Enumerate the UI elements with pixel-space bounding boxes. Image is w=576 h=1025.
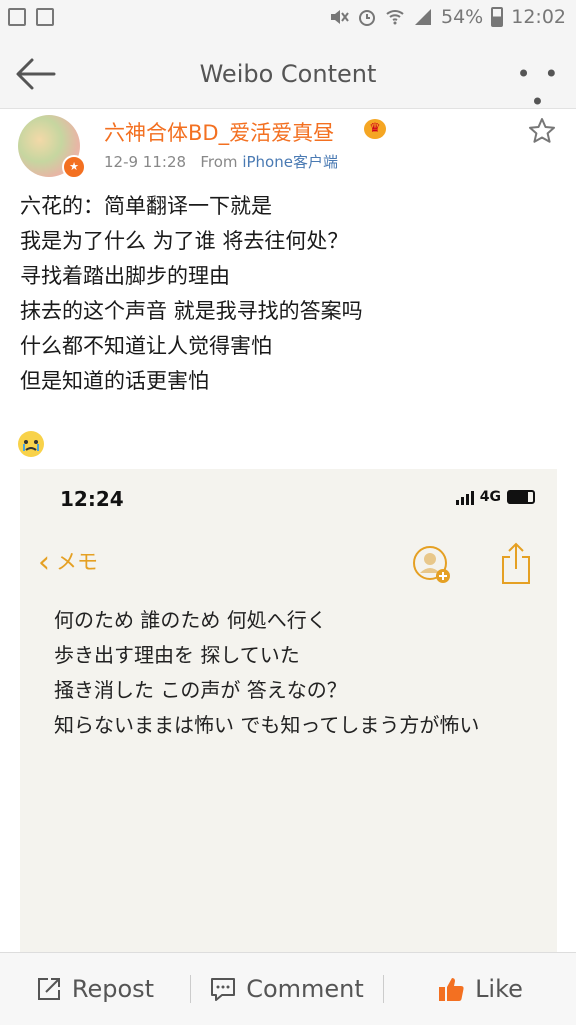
post-line: 我是为了什么 为了谁 将去往何处？ bbox=[20, 229, 349, 253]
notification-icon bbox=[8, 8, 26, 26]
memo-text: 何のため 誰のため 何処へ行く 歩き出す理由を 探していた 掻き消した この声が… bbox=[54, 603, 544, 743]
image-icon bbox=[36, 8, 54, 26]
crown-icon: ♛ bbox=[364, 119, 386, 139]
favorite-star-icon[interactable] bbox=[528, 117, 556, 145]
action-bar: Repost Comment Like bbox=[0, 952, 576, 1025]
wifi-icon bbox=[386, 10, 404, 25]
status-time: 12:02 bbox=[511, 6, 566, 28]
signal-icon bbox=[415, 9, 431, 25]
user-name[interactable]: 六神合体BD_爱活爱真昼 bbox=[104, 117, 334, 147]
repost-icon bbox=[37, 978, 60, 1000]
comment-label: Comment bbox=[246, 975, 364, 1003]
more-options-icon[interactable]: • • • bbox=[516, 60, 562, 116]
memo-line: 知らないままは怖い でも知ってしまう方が怖い bbox=[54, 713, 480, 737]
repost-button[interactable]: Repost bbox=[0, 953, 190, 1025]
comment-icon bbox=[211, 978, 236, 1001]
crying-emoji-icon bbox=[18, 431, 44, 457]
page-title: Weibo Content bbox=[199, 60, 377, 88]
battery-percent: 54% bbox=[441, 6, 484, 28]
source-prefix: From bbox=[200, 153, 238, 171]
thumbs-up-icon bbox=[439, 978, 464, 1001]
share-icon bbox=[502, 542, 530, 584]
repost-label: Repost bbox=[71, 975, 155, 1003]
post-body: 六花的：简单翻译一下就是 我是为了什么 为了谁 将去往何处？ 寻找着踏出脚步的理… bbox=[20, 189, 560, 399]
cell-signal-icon bbox=[455, 489, 474, 505]
verified-badge-icon: ★ bbox=[62, 155, 86, 179]
status-bar: 54% 12:02 bbox=[0, 0, 576, 40]
image-battery-icon bbox=[507, 490, 535, 504]
memo-line: 歩き出す理由を 探していた bbox=[54, 643, 300, 667]
mute-icon bbox=[331, 10, 349, 24]
nav-bar: Weibo Content • • • bbox=[0, 40, 576, 116]
memo-back-label: メモ bbox=[56, 550, 98, 574]
post-line: 六花的：简单翻译一下就是 bbox=[20, 194, 272, 218]
post-line: 但是知道的话更害怕 bbox=[20, 369, 209, 393]
post-line: 寻找着踏出脚步的理由 bbox=[20, 264, 230, 288]
battery-icon bbox=[491, 7, 504, 27]
post-date: 12-9 11:28 bbox=[104, 153, 187, 171]
memo-back-link: ‹ メモ bbox=[38, 545, 98, 580]
image-status-time: 12:24 bbox=[60, 487, 124, 511]
image-status-indicators: 4G bbox=[455, 489, 535, 505]
weibo-post: ★ 六神合体BD_爱活爱真昼 ♛ 12-9 11:28 From iPhone客… bbox=[0, 109, 576, 952]
post-line: 什么都不知道让人觉得害怕 bbox=[20, 334, 272, 358]
network-type: 4G bbox=[479, 489, 501, 505]
post-source[interactable]: iPhone客户端 bbox=[242, 153, 338, 171]
memo-line: 何のため 誰のため 何処へ行く bbox=[54, 608, 327, 632]
post-image[interactable]: 12:24 4G ‹ メモ 何のため 誰のため 何処へ行く 歩き出す理由を 探して… bbox=[20, 469, 557, 952]
post-meta: 12-9 11:28 From iPhone客户端 bbox=[104, 151, 338, 172]
post-line: 抹去的这个声音 就是我寻找的答案吗 bbox=[20, 299, 363, 323]
memo-line: 掻き消した この声が 答えなの？ bbox=[54, 678, 347, 702]
chevron-left-icon: ‹ bbox=[38, 545, 50, 580]
like-label: Like bbox=[475, 975, 523, 1003]
like-button[interactable]: Like bbox=[384, 953, 576, 1025]
comment-button[interactable]: Comment bbox=[191, 953, 383, 1025]
alarm-icon bbox=[359, 10, 375, 26]
add-contact-icon bbox=[413, 546, 450, 583]
